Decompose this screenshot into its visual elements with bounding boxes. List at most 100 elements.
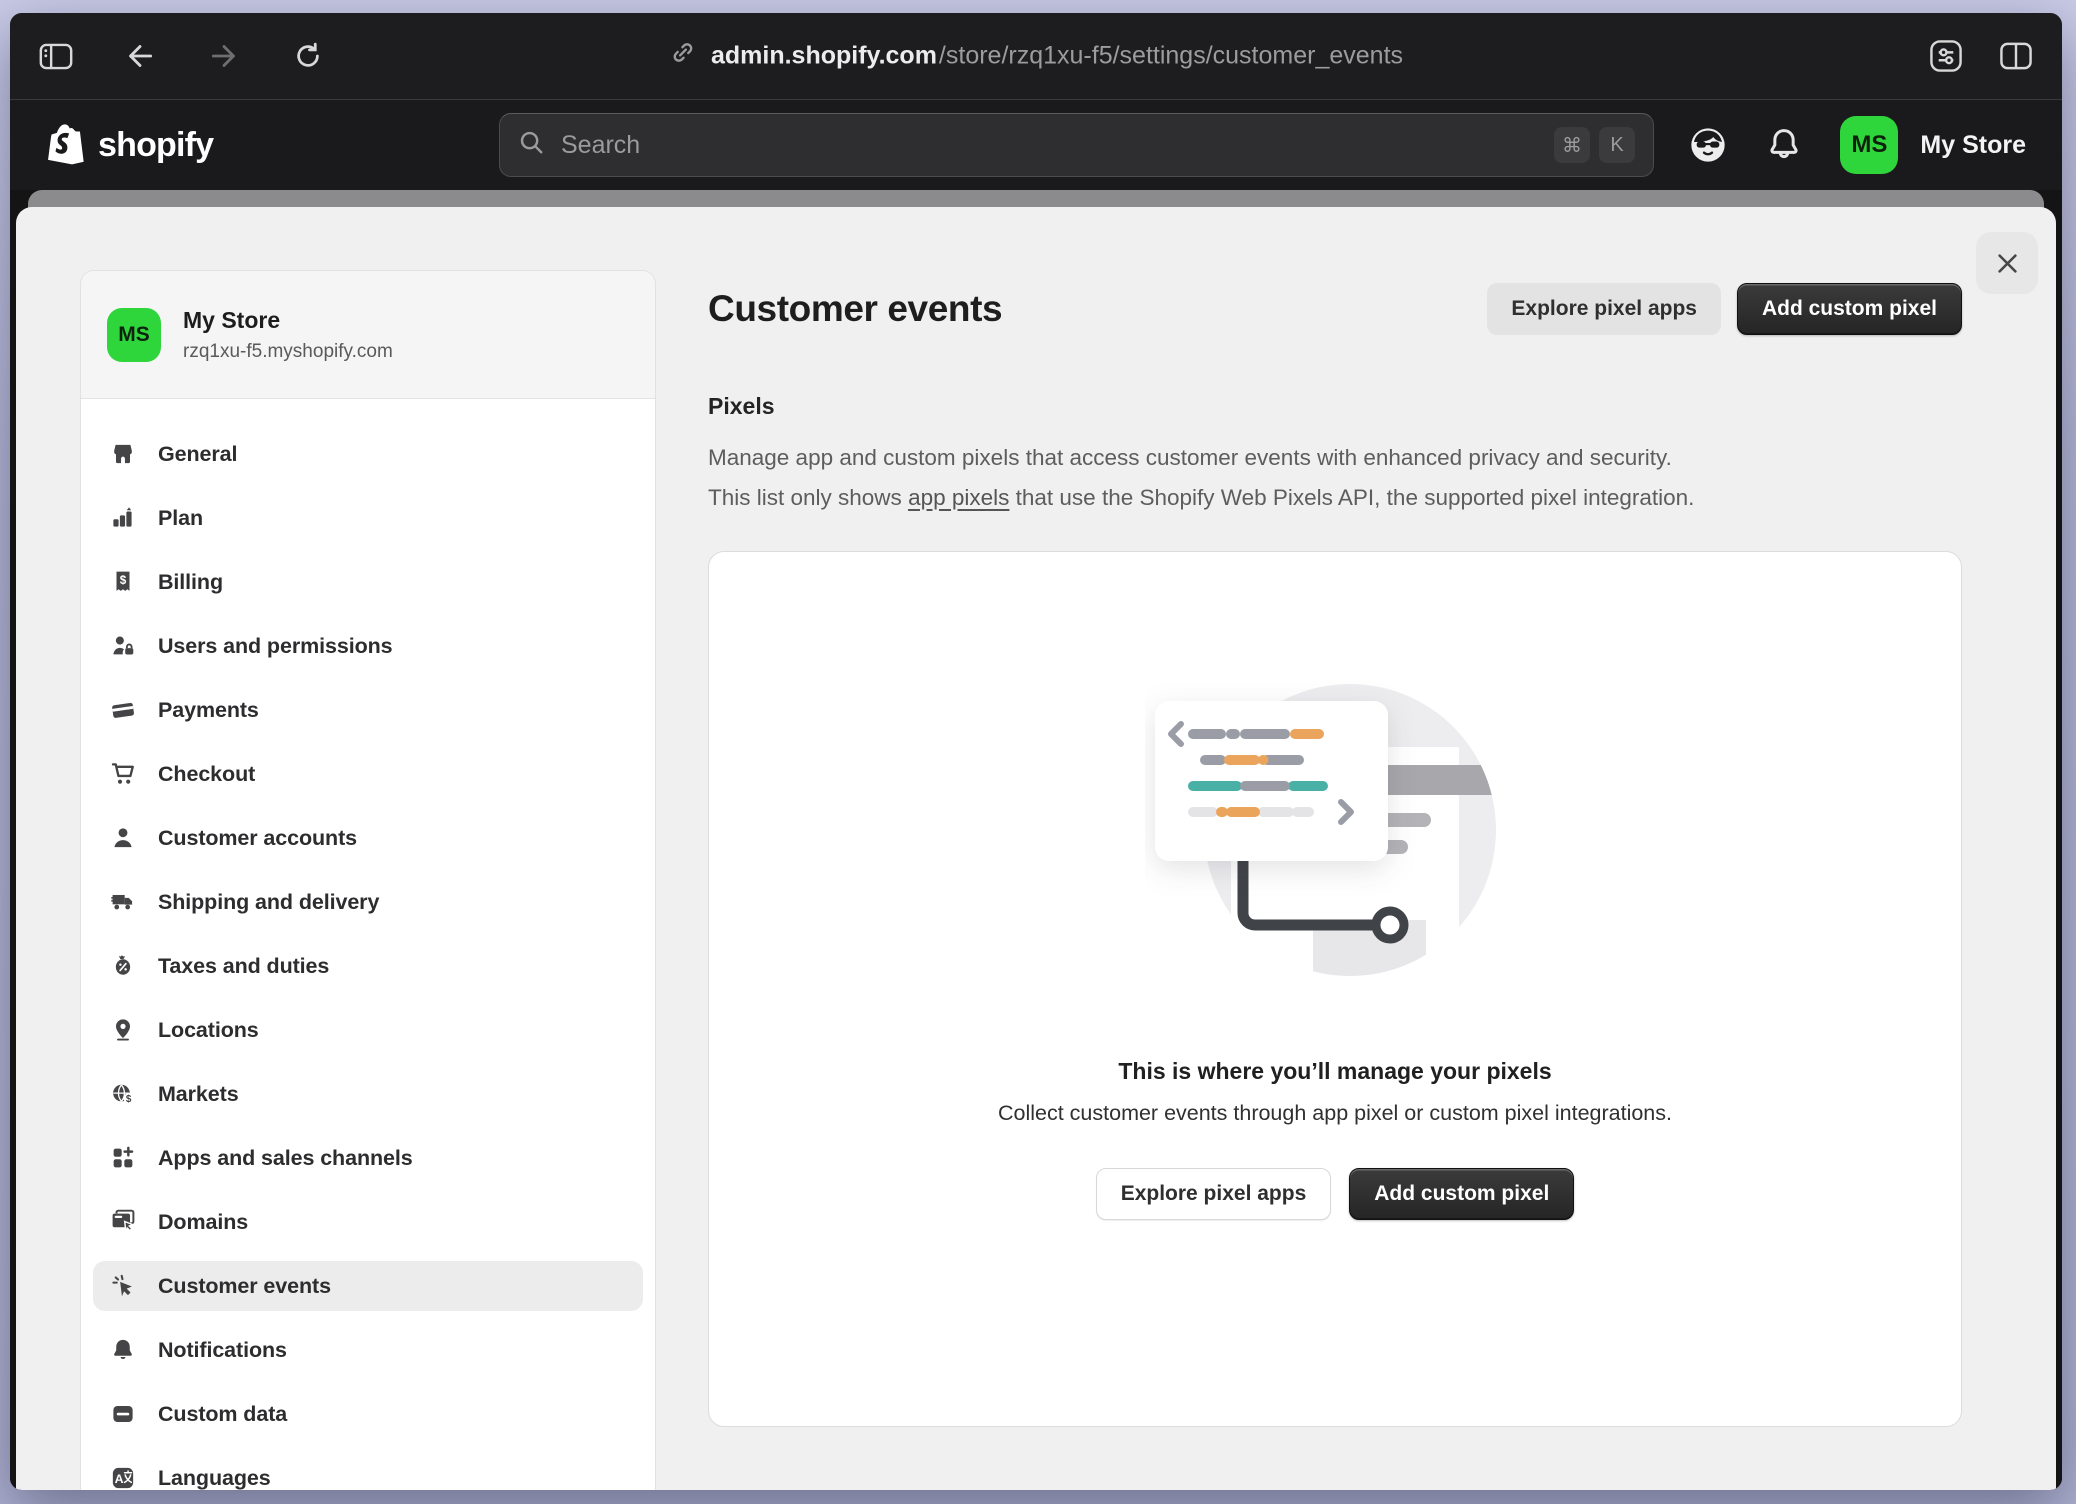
- sidebar-item-label: Billing: [158, 570, 223, 595]
- customer-events-icon: [110, 1273, 136, 1299]
- apps-icon: [110, 1145, 136, 1171]
- sidebar-item-markets[interactable]: $ Markets: [93, 1069, 643, 1119]
- page-title: Customer events: [708, 288, 1002, 330]
- store-card: MS My Store rzq1xu-f5.myshopify.com Gene…: [80, 270, 656, 1490]
- close-button[interactable]: [1976, 232, 2038, 294]
- shipping-icon: [110, 889, 136, 915]
- sidebar-item-customer-events[interactable]: Customer events: [93, 1261, 643, 1311]
- content-area: MS My Store rzq1xu-f5.myshopify.com Gene…: [10, 190, 2062, 1490]
- search-placeholder: Search: [561, 131, 640, 160]
- sidebar-item-label: Apps and sales channels: [158, 1146, 413, 1171]
- users-icon: [110, 633, 136, 659]
- sidebar-item-apps-and-sales-channels[interactable]: Apps and sales channels: [93, 1133, 643, 1183]
- settings-main: Customer events Explore pixel apps Add c…: [656, 207, 2056, 1490]
- checkout-icon: [110, 761, 136, 787]
- sidebar-item-label: Custom data: [158, 1402, 287, 1427]
- billing-icon: $: [110, 569, 136, 595]
- store-avatar: MS: [107, 308, 161, 362]
- sidebar-item-shipping-and-delivery[interactable]: Shipping and delivery: [93, 877, 643, 927]
- sidebar-item-notifications[interactable]: Notifications: [93, 1325, 643, 1375]
- explore-pixel-apps-button-empty[interactable]: Explore pixel apps: [1096, 1168, 1332, 1220]
- back-icon[interactable]: [120, 36, 160, 76]
- sidebar-item-label: Payments: [158, 698, 259, 723]
- sidebar-item-label: Taxes and duties: [158, 954, 329, 979]
- k-key: K: [1599, 127, 1635, 163]
- sidebar-item-languages[interactable]: A Languages: [93, 1453, 643, 1490]
- sidebar-item-domains[interactable]: Domains: [93, 1197, 643, 1247]
- user-avatar[interactable]: MS: [1840, 116, 1898, 174]
- sidebar-item-general[interactable]: General: [93, 429, 643, 479]
- custom-data-icon: [110, 1401, 136, 1427]
- settings-sidebar: MS My Store rzq1xu-f5.myshopify.com Gene…: [80, 207, 656, 1490]
- close-icon: [1999, 255, 2015, 271]
- sidebar-item-label: Shipping and delivery: [158, 890, 379, 915]
- sidebar-item-plan[interactable]: Plan: [93, 493, 643, 543]
- sidebar-item-label: Markets: [158, 1082, 239, 1107]
- browser-chrome: admin.shopify.com/store/rzq1xu-f5/settin…: [10, 13, 2062, 100]
- pixels-empty-card: This is where you’ll manage your pixels …: [708, 551, 1962, 1427]
- shopify-wordmark: shopify: [98, 126, 213, 165]
- store-icon: [110, 441, 136, 467]
- sidebar-item-label: Checkout: [158, 762, 255, 787]
- sidebar-item-payments[interactable]: Payments: [93, 685, 643, 735]
- sidebar-toggle-icon[interactable]: [36, 36, 76, 76]
- sidebar-item-label: General: [158, 442, 237, 467]
- settings-menu: General Plan $ Billing Users and permissions…: [81, 399, 655, 1490]
- search-shortcut: ⌘ K: [1554, 127, 1635, 163]
- split-view-icon[interactable]: [1996, 36, 2036, 76]
- languages-icon: A: [110, 1465, 136, 1490]
- shopify-bag-icon: [46, 121, 88, 169]
- payments-icon: [110, 697, 136, 723]
- store-header[interactable]: MS My Store rzq1xu-f5.myshopify.com: [81, 271, 655, 399]
- description-line2-post: that use the Shopify Web Pixels API, the…: [1009, 485, 1694, 510]
- header-store-name[interactable]: My Store: [1920, 131, 2026, 160]
- add-custom-pixel-button-empty[interactable]: Add custom pixel: [1349, 1168, 1574, 1220]
- shopify-logo[interactable]: shopify: [46, 121, 213, 169]
- svg-text:$: $: [126, 1094, 132, 1105]
- add-custom-pixel-button[interactable]: Add custom pixel: [1737, 283, 1962, 335]
- search-icon: [518, 129, 545, 161]
- sidebar-item-label: Languages: [158, 1466, 271, 1491]
- svg-text:$: $: [120, 574, 127, 587]
- sidebar-item-label: Users and permissions: [158, 634, 393, 659]
- domains-icon: [110, 1209, 136, 1235]
- settings-modal: MS My Store rzq1xu-f5.myshopify.com Gene…: [16, 207, 2056, 1490]
- cmd-key: ⌘: [1554, 127, 1590, 163]
- sidebar-item-label: Customer events: [158, 1274, 331, 1299]
- address-bar[interactable]: admin.shopify.com/store/rzq1xu-f5/settin…: [669, 39, 1403, 74]
- app-pixels-link[interactable]: app pixels: [908, 485, 1009, 510]
- description-line1: Manage app and custom pixels that access…: [708, 445, 1672, 470]
- explore-pixel-apps-button[interactable]: Explore pixel apps: [1487, 283, 1721, 335]
- app-header: shopify Search ⌘ K: [10, 100, 2062, 190]
- reload-icon[interactable]: [288, 36, 328, 76]
- sidebar-item-taxes-and-duties[interactable]: Taxes and duties: [93, 941, 643, 991]
- svg-text:A: A: [115, 1472, 124, 1486]
- sidebar-item-custom-data[interactable]: Custom data: [93, 1389, 643, 1439]
- sidebar-item-users-and-permissions[interactable]: Users and permissions: [93, 621, 643, 671]
- notifications-bell-icon[interactable]: [1764, 125, 1804, 165]
- plan-icon: [110, 505, 136, 531]
- search-input[interactable]: Search ⌘ K: [499, 113, 1654, 177]
- sidebar-item-label: Plan: [158, 506, 203, 531]
- sidebar-item-label: Customer accounts: [158, 826, 357, 851]
- notifications-icon: [110, 1337, 136, 1363]
- sidebar-item-customer-accounts[interactable]: Customer accounts: [93, 813, 643, 863]
- sidebar-item-billing[interactable]: $ Billing: [93, 557, 643, 607]
- page-behind-modal: [28, 190, 2044, 208]
- store-domain: rzq1xu-f5.myshopify.com: [183, 341, 393, 363]
- sidebar-item-label: Notifications: [158, 1338, 287, 1363]
- description-line2-pre: This list only shows: [708, 485, 908, 510]
- browser-settings-icon[interactable]: [1926, 36, 1966, 76]
- pixels-description: Manage app and custom pixels that access…: [708, 438, 1962, 518]
- sidebar-item-label: Domains: [158, 1210, 248, 1235]
- locations-icon: [110, 1017, 136, 1043]
- pixels-illustration: [1145, 680, 1525, 980]
- sidebar-item-locations[interactable]: Locations: [93, 1005, 643, 1055]
- empty-state-title: This is where you’ll manage your pixels: [1118, 1058, 1551, 1085]
- pixels-heading: Pixels: [708, 393, 1962, 420]
- sidebar-item-checkout[interactable]: Checkout: [93, 749, 643, 799]
- markets-icon: $: [110, 1081, 136, 1107]
- assistant-face-icon[interactable]: [1688, 125, 1728, 165]
- forward-icon[interactable]: [204, 36, 244, 76]
- empty-state-subtitle: Collect customer events through app pixe…: [998, 1101, 1672, 1126]
